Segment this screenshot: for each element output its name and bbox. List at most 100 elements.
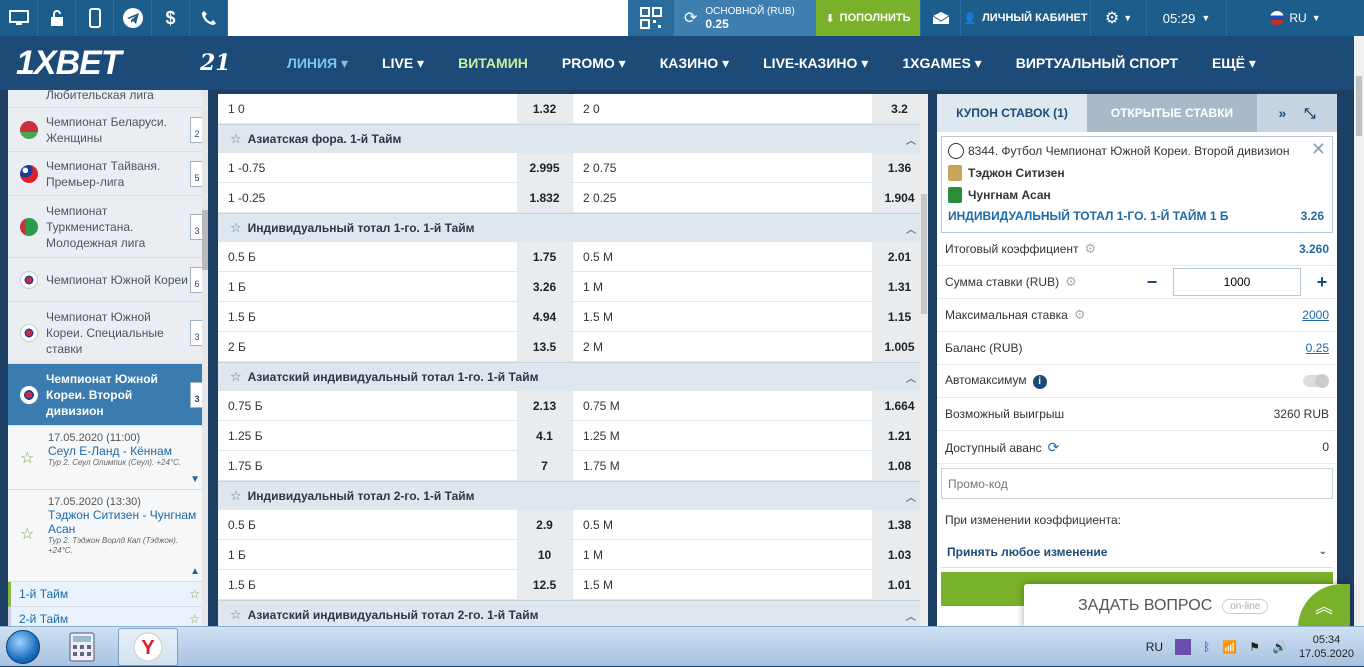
time-dropdown[interactable]: 05:29 ▼ xyxy=(1146,0,1226,36)
outcome-odd[interactable]: 2.13 xyxy=(517,391,572,420)
automax-toggle[interactable] xyxy=(1303,374,1329,388)
star-icon[interactable]: ☆ xyxy=(230,131,242,147)
phone-icon[interactable] xyxy=(190,0,228,36)
outcome-odd[interactable]: 1.38 xyxy=(872,510,927,539)
ask-question-widget[interactable]: ЗАДАТЬ ВОПРОС on-line ︽ xyxy=(1024,584,1350,628)
outcome-odd[interactable]: 1.664 xyxy=(872,391,927,420)
outcome-odd[interactable]: 13.5 xyxy=(517,332,572,361)
outcome-odd[interactable]: 1.36 xyxy=(872,153,927,182)
gear-icon[interactable]: ⚙ xyxy=(1074,307,1086,322)
chevron-up-icon[interactable]: ︿ xyxy=(906,489,916,504)
outcome-cell[interactable]: 1.25 Б 4.1 xyxy=(218,421,573,450)
outcome-cell[interactable]: 1.5 Б 12.5 xyxy=(218,570,573,599)
outcome-cell[interactable]: 1.5 Б 4.94 xyxy=(218,302,573,331)
nav-live[interactable]: LIVE ▾ xyxy=(365,55,441,72)
pen-icon[interactable] xyxy=(1175,638,1192,655)
star-icon[interactable]: ☆ xyxy=(189,612,200,626)
promo-code-input[interactable] xyxy=(941,468,1333,499)
outcome-odd[interactable]: 1.005 xyxy=(872,332,927,361)
outcome-cell[interactable]: 2 0.25 1.904 xyxy=(573,183,928,212)
outcome-odd[interactable]: 4.1 xyxy=(517,421,572,450)
outcome-odd[interactable]: 3.26 xyxy=(517,272,572,301)
outcome-odd[interactable]: 1.03 xyxy=(872,540,927,569)
nav-vitamin[interactable]: ВИТАМИН xyxy=(441,55,545,71)
outcome-odd[interactable]: 2.9 xyxy=(517,510,572,539)
outcome-odd[interactable]: 10 xyxy=(517,540,572,569)
tab-open-bets[interactable]: ОТКРЫТЫЕ СТАВКИ xyxy=(1087,94,1257,132)
yandex-browser-icon[interactable]: Y xyxy=(118,627,178,666)
lock-icon[interactable] xyxy=(38,0,76,36)
close-icon[interactable]: ✕ xyxy=(1311,139,1326,160)
info-icon[interactable]: i xyxy=(1032,374,1047,389)
mobile-icon[interactable] xyxy=(76,0,114,36)
nav-virtual-sport[interactable]: ВИРТУАЛЬНЫЙ СПОРТ xyxy=(999,55,1195,71)
refresh-icon[interactable]: ⟳ xyxy=(1048,439,1060,455)
nav-21-link[interactable]: 21 xyxy=(200,50,270,76)
market-header[interactable]: ☆ Индивидуальный тотал 1-го. 1-й Тайм ︿ xyxy=(218,213,928,242)
chevron-up-icon[interactable]: ︽ xyxy=(1298,584,1350,628)
bluetooth-icon[interactable]: ᛒ xyxy=(1203,640,1210,654)
star-icon[interactable]: ☆ xyxy=(230,369,242,385)
network-icon[interactable]: 📶 xyxy=(1222,640,1237,654)
outcome-cell[interactable]: 1 0 1.32 xyxy=(218,94,573,123)
nav-1xgames[interactable]: 1XGAMES ▾ xyxy=(885,55,998,72)
outcome-odd[interactable]: 1.832 xyxy=(517,183,572,212)
nav-casino[interactable]: КАЗИНО ▾ xyxy=(643,55,746,72)
refresh-icon[interactable]: ⟳ xyxy=(684,8,697,28)
star-icon[interactable]: ☆ xyxy=(189,587,200,601)
nav-promo[interactable]: PROMO ▾ xyxy=(545,55,643,72)
sidebar-match[interactable]: ☆ 17.05.2020 (13:30) Тэджон Ситизен - Чу… xyxy=(8,490,208,582)
outcome-cell[interactable]: 1.75 М 1.08 xyxy=(573,451,928,480)
outcome-cell[interactable]: 1.5 М 1.01 xyxy=(573,570,928,599)
star-icon[interactable]: ☆ xyxy=(230,488,242,504)
sidebar-league[interactable]: Чемпионат Беларуси. Женщины 2 xyxy=(8,108,208,152)
outcome-cell[interactable]: 1.75 Б 7 xyxy=(218,451,573,480)
outcome-odd[interactable]: 2.01 xyxy=(872,242,927,271)
nav-more[interactable]: ЕЩЁ ▾ xyxy=(1195,55,1273,72)
chevron-up-icon[interactable]: ︿ xyxy=(906,132,916,147)
star-icon[interactable]: ☆ xyxy=(20,448,34,468)
match-teams[interactable]: Сеул Е-Ланд - Кённам xyxy=(48,444,200,458)
outcome-odd[interactable]: 1.15 xyxy=(872,302,927,331)
sidebar-league[interactable]: Чемпионат Туркменистана. Молодежная лига… xyxy=(8,196,208,258)
max-stake-link[interactable]: 2000 xyxy=(1302,308,1329,322)
sidebar-league[interactable]: Любительская лига xyxy=(8,90,208,108)
outcome-cell[interactable]: 1 -0.25 1.832 xyxy=(218,183,573,212)
outcome-cell[interactable]: 1 -0.75 2.995 xyxy=(218,153,573,182)
outcome-cell[interactable]: 1 М 1.31 xyxy=(573,272,928,301)
outcome-cell[interactable]: 0.5 М 1.38 xyxy=(573,510,928,539)
settings-dropdown[interactable]: ⚙ ▼ xyxy=(1090,0,1146,36)
collapse-icon[interactable]: ⤡ xyxy=(1304,105,1315,122)
outcome-cell[interactable]: 1 Б 10 xyxy=(218,540,573,569)
chevron-down-icon[interactable]: ▼ xyxy=(190,474,200,485)
deposit-button[interactable]: ⬇ ПОПОЛНИТЬ xyxy=(816,0,920,36)
language-dropdown[interactable]: RU ▼ xyxy=(1226,0,1364,36)
cabinet-button[interactable]: 👤 ЛИЧНЫЙ КАБИНЕТ xyxy=(960,0,1090,36)
outcome-cell[interactable]: 2 М 1.005 xyxy=(573,332,928,361)
chevron-up-icon[interactable]: ︿ xyxy=(906,221,916,236)
outcome-cell[interactable]: 0.75 М 1.664 xyxy=(573,391,928,420)
balance-link[interactable]: 0.25 xyxy=(1306,341,1329,355)
mail-icon[interactable] xyxy=(920,0,960,36)
market-header[interactable]: ☆ Азиатский индивидуальный тотал 1-го. 1-… xyxy=(218,362,928,391)
tab-coupon[interactable]: КУПОН СТАВОК (1) xyxy=(937,94,1087,132)
tray-clock[interactable]: 05:34 17.05.2020 xyxy=(1299,633,1354,661)
sidebar-scrollbar[interactable] xyxy=(202,90,208,626)
market-header[interactable]: ☆ Азиатская фора. 1-й Тайм ︿ xyxy=(218,124,928,153)
outcome-odd[interactable]: 1.08 xyxy=(872,451,927,480)
period-2nd-half[interactable]: 2-й Тайм ☆ xyxy=(8,607,208,626)
outcome-cell[interactable]: 1.5 М 1.15 xyxy=(573,302,928,331)
chevron-up-icon[interactable]: ︿ xyxy=(906,608,916,623)
dollar-icon[interactable]: $ xyxy=(152,0,190,36)
star-icon[interactable]: ☆ xyxy=(230,607,242,623)
decrease-stake-button[interactable]: − xyxy=(1137,272,1167,293)
outcome-odd[interactable]: 2.995 xyxy=(517,153,572,182)
account-selector[interactable]: ⟳ ОСНОВНОЙ (RUB) 0.25 xyxy=(674,0,816,36)
stake-input[interactable] xyxy=(1173,268,1301,296)
outcome-cell[interactable]: 2 0 3.2 xyxy=(573,94,928,123)
sidebar-league[interactable]: Чемпионат Южной Кореи. Специальные ставк… xyxy=(8,302,208,364)
gear-icon[interactable]: ⚙ xyxy=(1085,241,1097,256)
star-icon[interactable]: ☆ xyxy=(20,524,34,544)
outcome-cell[interactable]: 0.5 Б 1.75 xyxy=(218,242,573,271)
outcome-cell[interactable]: 1.25 М 1.21 xyxy=(573,421,928,450)
